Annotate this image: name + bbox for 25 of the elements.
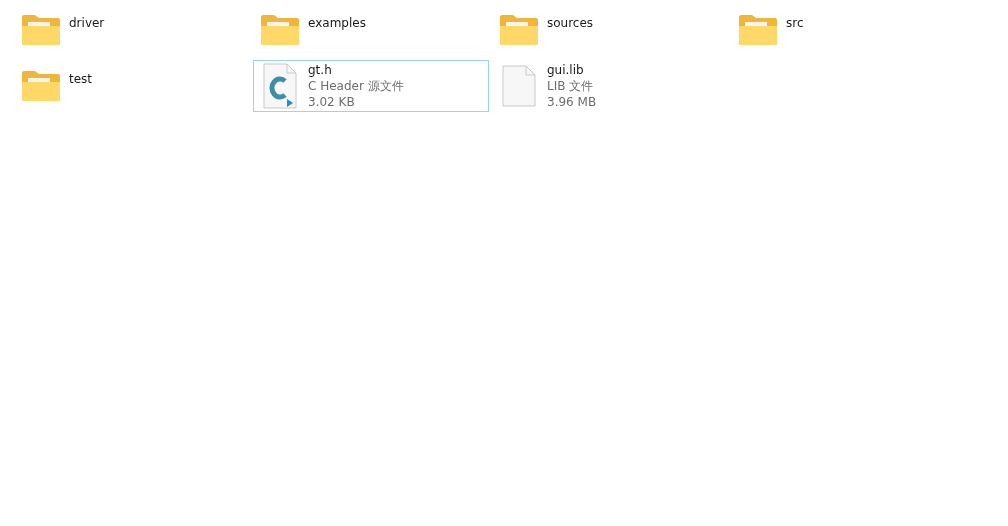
folder-icon: [21, 14, 61, 46]
file-icon: [502, 65, 536, 107]
file-name: sources: [547, 15, 594, 31]
file-name: gui.lib: [547, 62, 585, 78]
file-size: 3.96 MB: [547, 94, 597, 110]
file-item[interactable]: src: [731, 4, 967, 56]
file-size: 3.02 KB: [308, 94, 356, 110]
file-name: src: [786, 15, 804, 31]
file-name: examples: [308, 15, 366, 31]
file-name: driver: [69, 15, 105, 31]
c-file-icon: [263, 63, 297, 109]
file-item[interactable]: examples: [253, 4, 489, 56]
file-item[interactable]: gui.lib LIB 文件 3.96 MB: [492, 60, 728, 112]
file-name: test: [69, 71, 93, 87]
file-item[interactable]: driver: [14, 4, 250, 56]
file-item[interactable]: gt.h C Header 源文件 3.02 KB: [253, 60, 489, 112]
file-type: C Header 源文件: [308, 78, 404, 94]
folder-icon: [738, 14, 778, 46]
file-item[interactable]: sources: [492, 4, 728, 56]
folder-icon: [499, 14, 539, 46]
file-type: LIB 文件: [547, 78, 595, 94]
folder-icon: [260, 14, 300, 46]
file-name: gt.h: [308, 62, 333, 78]
file-item[interactable]: test: [14, 60, 250, 112]
folder-icon: [21, 70, 61, 102]
